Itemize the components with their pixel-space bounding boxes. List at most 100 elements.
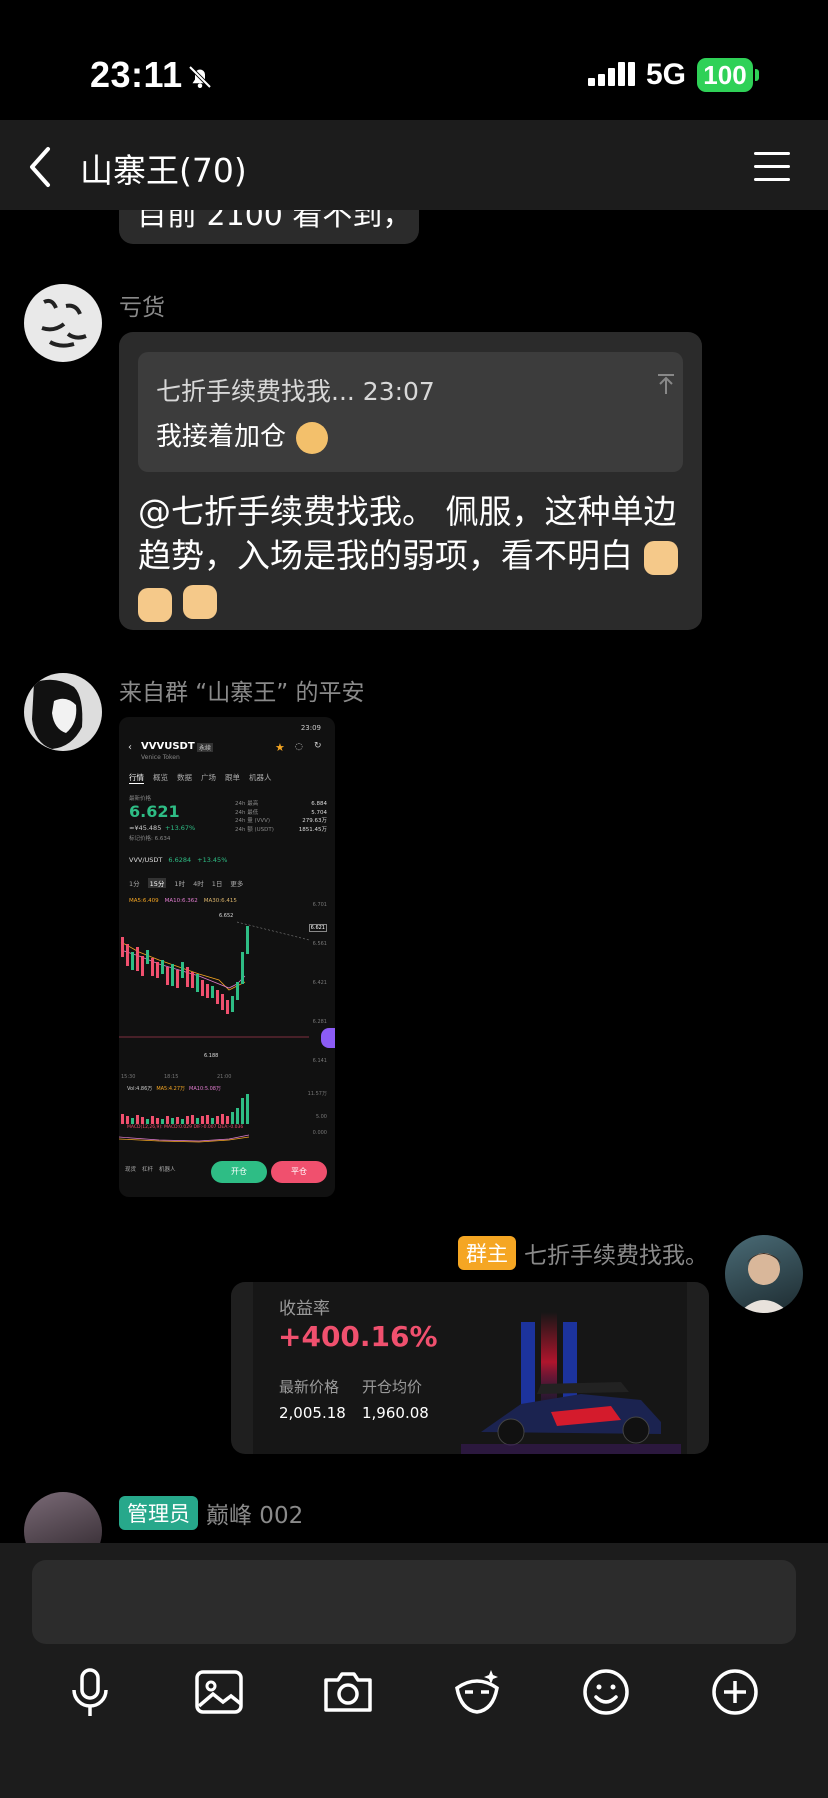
battery-tip bbox=[755, 69, 759, 81]
thumbs-up-emoji-icon bbox=[138, 587, 172, 622]
menu-icon[interactable] bbox=[754, 152, 790, 191]
image-icon[interactable] bbox=[187, 1660, 251, 1724]
network-label: 5G bbox=[646, 58, 687, 91]
message-bubble[interactable]: 七折手续费找我... 23:07 我接着加仓 @七折手续费找我。 佩服，这种单边… bbox=[119, 332, 702, 630]
shot-mark-price: 标记价格: 6.634 bbox=[129, 836, 171, 842]
shot-nav: 现货 杠杆 机器人 bbox=[125, 1165, 176, 1173]
avatar[interactable] bbox=[725, 1235, 803, 1313]
money-face-emoji-icon bbox=[296, 421, 329, 454]
volume-labels: Vol:4.86万 MA5:4.27万 MA10:5.08万 bbox=[127, 1085, 221, 1092]
chart-screenshot[interactable]: 23:09 ‹ VVVUSDT 永续 Venice Token ★ ◌ ↻ 行情… bbox=[119, 717, 335, 1197]
stat-row: 24h 额 (USDT) 1851.45万 bbox=[235, 826, 327, 835]
macd-tick: 0.000 bbox=[312, 1130, 327, 1136]
message-text-content: @七折手续费找我。 佩服，这种单边趋势，入场是我的弱项，看不明白 bbox=[138, 492, 677, 575]
shot-nav-item: 杠杆 bbox=[142, 1167, 154, 1173]
shot-nav-item: 机器人 bbox=[159, 1167, 176, 1173]
interval-tab: 1时 bbox=[174, 880, 186, 888]
shot-sub-symbol: VVV/USDT bbox=[129, 856, 163, 864]
shot-ma-labels: MA5:6.409 MA10:6.362 MA30:6.415 bbox=[129, 898, 237, 904]
shot-intervals: 1分 15分 1时 4时 1日 更多 bbox=[129, 878, 243, 888]
low-label: 6.188 bbox=[204, 1053, 219, 1059]
shot-tab: 跟单 bbox=[225, 773, 240, 782]
trade-card[interactable]: 收益率 +400.16% 最新价格 2,005.18 开仓均价 1,960.08 bbox=[231, 1282, 709, 1454]
high-label: 6.652 bbox=[219, 913, 234, 919]
stat-label: 24h 最高 bbox=[235, 801, 259, 807]
y-tick: 6.281 bbox=[312, 1019, 327, 1025]
x-tick: 15:30 bbox=[121, 1074, 136, 1080]
stat-row: 24h 最高 6.884 bbox=[235, 800, 327, 809]
shot-nav-item: 现货 bbox=[125, 1167, 137, 1173]
shot-change: +13.67% bbox=[165, 824, 196, 832]
mic-icon[interactable] bbox=[58, 1660, 122, 1724]
sender-row: 管理员 巅峰 002 bbox=[119, 1496, 303, 1530]
pin-top-icon[interactable] bbox=[654, 372, 678, 396]
shot-token-name: Venice Token bbox=[141, 754, 180, 761]
candles bbox=[121, 926, 249, 1014]
x-tick: 21:00 bbox=[217, 1074, 232, 1080]
stat-value: 6.884 bbox=[311, 801, 327, 807]
candlestick-chart bbox=[119, 921, 309, 1038]
shot-open-button: 开仓 bbox=[211, 1161, 267, 1183]
latest-price-value: 2,005.18 bbox=[279, 1404, 346, 1422]
entry-price-label: 开仓均价 bbox=[362, 1378, 423, 1396]
signal-icon bbox=[588, 62, 635, 86]
stat-row: 24h 量 (VVV) 279.63万 bbox=[235, 817, 327, 826]
shot-bell-icon: ◌ bbox=[295, 742, 303, 752]
battery-icon: 100 bbox=[697, 58, 753, 92]
shot-back-icon: ‹ bbox=[128, 742, 132, 753]
x-tick: 18:15 bbox=[164, 1074, 179, 1080]
sender-name: 巅峰 002 bbox=[206, 1503, 304, 1529]
stat-label: 24h 额 (USDT) bbox=[235, 826, 274, 833]
stat-row: 24h 最低 5.704 bbox=[235, 809, 327, 818]
message-input[interactable] bbox=[32, 1560, 796, 1644]
quote-text: 我接着加仓 bbox=[156, 416, 329, 454]
ma-label: MA5:6.409 bbox=[129, 898, 159, 904]
shot-refresh-icon: ↻ bbox=[314, 741, 322, 751]
interval-tab: 更多 bbox=[230, 880, 244, 888]
vol-label: MA5:4.27万 bbox=[156, 1086, 186, 1092]
avatar[interactable] bbox=[24, 284, 102, 362]
message-text: @七折手续费找我。 佩服，这种单边趋势，入场是我的弱项，看不明白 bbox=[138, 490, 678, 622]
thumbs-up-emoji-icon bbox=[643, 540, 678, 575]
shot-tab: 数据 bbox=[177, 773, 192, 782]
shot-tab: 广场 bbox=[201, 773, 216, 782]
shot-tabs: 行情 概览 数据 广场 跟单 机器人 bbox=[129, 772, 272, 784]
shot-sub-price: 6.6284 bbox=[168, 856, 192, 864]
quote-text-content: 我接着加仓 bbox=[156, 422, 287, 452]
shot-perp-tag: 永续 bbox=[197, 743, 214, 752]
shot-stats: 24h 最高 6.884 24h 最低 5.704 24h 量 (VVV) 279.6… bbox=[235, 800, 327, 834]
emoji-icon[interactable] bbox=[574, 1660, 638, 1724]
race-car-image bbox=[461, 1312, 681, 1454]
shot-tab: 概览 bbox=[153, 773, 168, 782]
back-icon[interactable] bbox=[26, 145, 54, 189]
stat-value: 5.704 bbox=[311, 809, 327, 816]
plus-icon[interactable] bbox=[703, 1660, 767, 1724]
shot-sub-change: +13.45% bbox=[197, 856, 228, 864]
avatar[interactable] bbox=[24, 673, 102, 751]
shot-cny-price: ≈¥45.485 bbox=[129, 824, 162, 832]
y-tick: 6.561 bbox=[312, 941, 327, 947]
shot-star-icon: ★ bbox=[275, 741, 285, 754]
camera-icon[interactable] bbox=[316, 1660, 380, 1724]
current-price-label: 6.621 bbox=[308, 924, 327, 932]
interval-tab: 15分 bbox=[147, 878, 167, 888]
admin-badge: 管理员 bbox=[119, 1496, 198, 1530]
sender-name: 亏货 bbox=[119, 295, 165, 321]
sticker-icon[interactable] bbox=[445, 1660, 509, 1724]
stat-label: 24h 量 (VVV) bbox=[235, 818, 271, 824]
y-tick: 6.701 bbox=[312, 902, 327, 908]
shot-tab: 机器人 bbox=[249, 773, 272, 782]
latest-price-label: 最新价格 bbox=[279, 1378, 340, 1396]
quoted-message[interactable]: 七折手续费找我... 23:07 我接着加仓 bbox=[138, 352, 683, 472]
ma-label: MA10:6.362 bbox=[164, 898, 198, 904]
interval-tab: 1日 bbox=[211, 880, 223, 888]
y-tick: 6.141 bbox=[312, 1058, 327, 1064]
shot-sub-row: VVV/USDT 6.6284 +13.45% bbox=[129, 856, 227, 864]
sender-name: 七折手续费找我。 bbox=[524, 1243, 708, 1269]
yield-label: 收益率 bbox=[279, 1299, 330, 1319]
stat-value: 279.63万 bbox=[302, 818, 327, 824]
chat-title: 山寨王(70) bbox=[80, 151, 247, 190]
vol-tick: 11.57万 bbox=[307, 1091, 327, 1097]
purple-handle bbox=[321, 1028, 335, 1048]
stat-label: 24h 最低 bbox=[235, 809, 259, 816]
